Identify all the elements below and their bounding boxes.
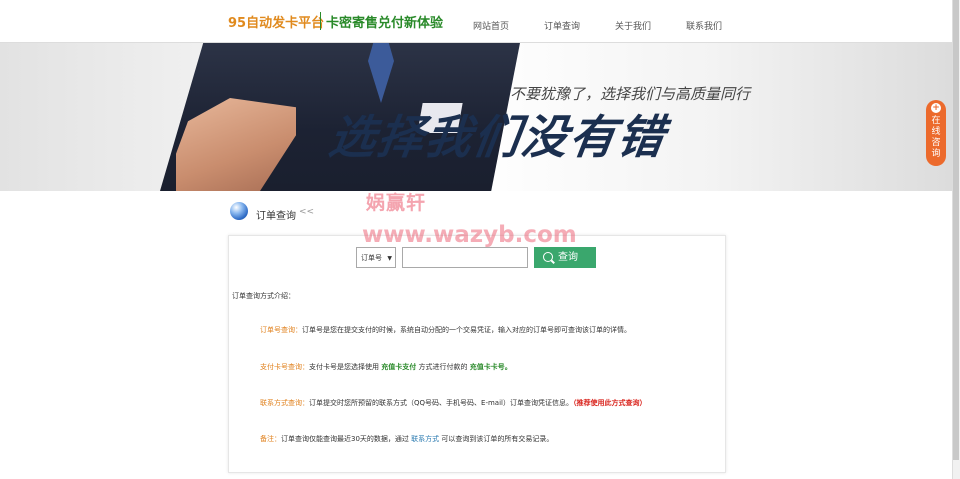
intro-item-remark: 备注：订单查询仅能查询最近30天的数据，通过 联系方式 可以查询到该订单的所有交… bbox=[260, 434, 553, 444]
search-icon bbox=[543, 252, 553, 262]
intro-item-label: 支付卡号查询： bbox=[260, 363, 309, 371]
intro-item-label: 联系方式查询： bbox=[260, 399, 309, 407]
caret-down-icon: ▼ bbox=[387, 255, 392, 262]
intro-item-text: 订单提交时您所预留的联系方式（QQ号码、手机号码、E-mail）订单查询凭证信息… bbox=[309, 399, 573, 407]
globe-icon bbox=[230, 202, 248, 220]
banner-headline: 选择我们没有错 bbox=[325, 110, 670, 164]
intro-item-text: 订单查询仅能查询最近30天的数据，通过 bbox=[281, 435, 409, 443]
nav-item-contact[interactable]: 联系我们 bbox=[686, 19, 722, 32]
site-header: 95自动发卡平台 卡密寄售兑付新体验 网站首页 订单查询 关于我们 联系我们 bbox=[0, 0, 952, 43]
intro-title: 订单查询方式介绍： bbox=[232, 292, 295, 300]
section-title: 订单查询 bbox=[256, 211, 296, 222]
intro-item-contact: 联系方式查询：订单提交时您所预留的联系方式（QQ号码、手机号码、E-mail）订… bbox=[260, 398, 646, 408]
online-consult-button[interactable]: + 在线咨询 bbox=[926, 100, 946, 166]
online-consult-label: 在线咨询 bbox=[931, 116, 941, 159]
query-type-select[interactable]: 订单号 ▼ bbox=[356, 247, 396, 268]
contact-method-link[interactable]: 联系方式 bbox=[411, 435, 439, 443]
logo-divider bbox=[320, 12, 321, 30]
intro-item-text: 方式进行付款的 bbox=[418, 363, 468, 371]
intro-item-text: 订单号是您在提交支付的时候，系统自动分配的一个交易凭证，输入对应的订单号即可查询… bbox=[302, 326, 631, 334]
query-button-label: 查询 bbox=[558, 252, 578, 263]
nav-item-order-query[interactable]: 订单查询 bbox=[544, 19, 580, 32]
watermark-name: 娲赢轩 bbox=[366, 192, 427, 214]
intro-item-text: 可以查询到该订单的所有交易记录。 bbox=[441, 435, 554, 443]
nav-item-home[interactable]: 网站首页 bbox=[473, 19, 509, 32]
query-button[interactable]: 查询 bbox=[534, 247, 596, 268]
intro-item-label: 备注： bbox=[260, 435, 281, 443]
hero-banner: 不要犹豫了，选择我们与高质量同行 选择我们没有错 bbox=[0, 43, 952, 191]
scrollbar-thumb[interactable] bbox=[953, 0, 959, 460]
recharge-card-number-link[interactable]: 充值卡卡号。 bbox=[470, 363, 512, 371]
nav-item-about[interactable]: 关于我们 bbox=[615, 19, 651, 32]
intro-item-card-number: 支付卡号查询：支付卡号是您选择使用 充值卡支付 方式进行付款的 充值卡卡号。 bbox=[260, 362, 512, 372]
site-slogan: 卡密寄售兑付新体验 bbox=[326, 16, 444, 31]
watermark-url: www.wazyb.com bbox=[362, 222, 577, 248]
plus-icon: + bbox=[931, 103, 941, 113]
recommended-note: （推荐使用此方式查询） bbox=[572, 399, 647, 407]
query-type-selected: 订单号 bbox=[361, 254, 382, 262]
intro-item-label: 订单号查询： bbox=[260, 326, 302, 334]
intro-item-order-number: 订单号查询：订单号是您在提交支付的时候，系统自动分配的一个交易凭证，输入对应的订… bbox=[260, 325, 631, 335]
section-arrows: << bbox=[299, 207, 315, 217]
site-logo[interactable]: 95自动发卡平台 bbox=[228, 12, 324, 31]
recharge-card-pay-link[interactable]: 充值卡支付 bbox=[381, 363, 416, 371]
intro-item-text: 支付卡号是您选择使用 bbox=[309, 363, 379, 371]
query-input[interactable] bbox=[402, 247, 528, 268]
